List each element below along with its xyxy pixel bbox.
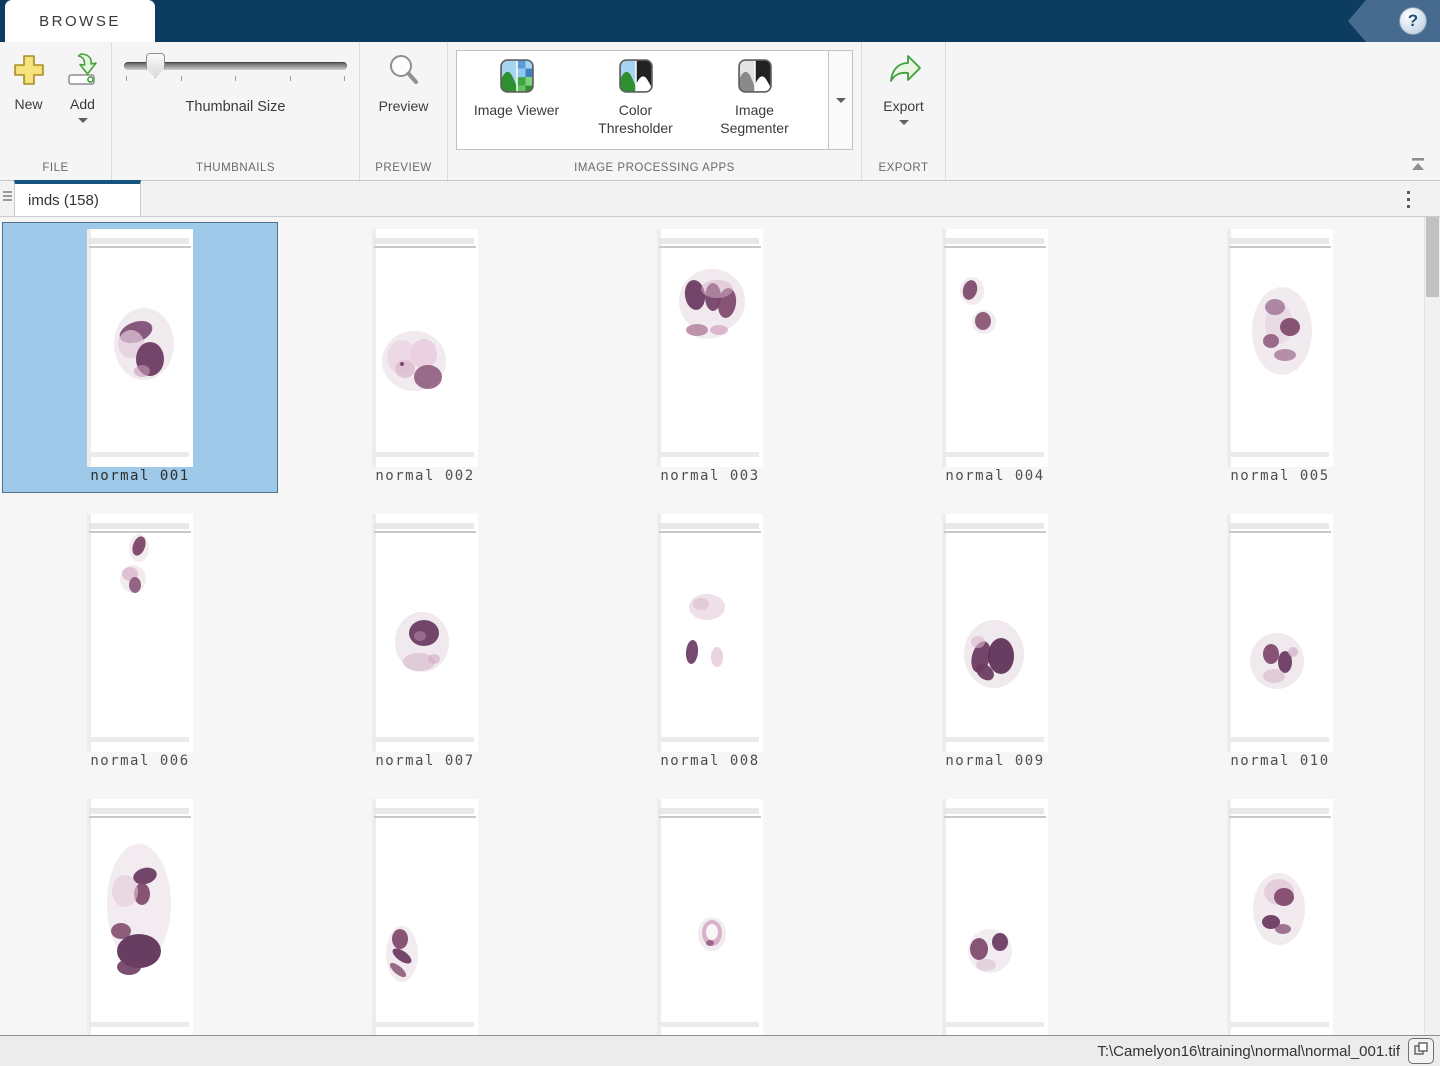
ribbon-section-export: Export EXPORT	[862, 42, 946, 180]
tab-grip-icon[interactable]	[3, 191, 12, 201]
color-thresholder-label: Color Thresholder	[586, 102, 686, 137]
add-button-label: Add	[70, 96, 95, 112]
selected-file-path: T:\Camelyon16\training\normal\normal_001…	[1097, 1043, 1400, 1060]
thumbnail-cell[interactable]: normal 008	[572, 507, 848, 778]
thumbnail-cell[interactable]: normal 006	[2, 507, 278, 778]
slide-image	[1227, 799, 1333, 1035]
image-segmenter-label: Image Segmenter	[705, 102, 805, 137]
slide-image	[657, 229, 763, 467]
tab-imds[interactable]: imds (158)	[14, 180, 141, 216]
ribbon-spacer	[946, 42, 1440, 180]
thumbnail-cell[interactable]: normal 010	[1142, 507, 1418, 778]
thumbnail-label: normal 001	[90, 468, 189, 484]
statusbar: T:\Camelyon16\training\normal\normal_001…	[0, 1035, 1440, 1066]
thumbnail-grid: normal 001 normal 002 normal 003 normal 004…	[0, 217, 1424, 1035]
ribbon: New Add FILE	[0, 42, 1440, 181]
thumbnail-size-label: Thumbnail Size	[124, 99, 347, 115]
scrollbar-thumb[interactable]	[1426, 217, 1439, 297]
thumbnail-cell[interactable]	[572, 792, 848, 1035]
apps-section-label: IMAGE PROCESSING APPS	[448, 156, 861, 180]
copy-path-button[interactable]	[1408, 1038, 1434, 1064]
thumbnail-cell[interactable]	[1142, 792, 1418, 1035]
slide-image	[372, 229, 478, 467]
help-area: ?	[1348, 0, 1440, 42]
thumbnail-label: normal 010	[1230, 753, 1329, 769]
slider-ticks	[124, 76, 347, 81]
file-section-label: FILE	[0, 156, 111, 180]
thumbnail-label: normal 003	[660, 468, 759, 484]
slide-image	[657, 514, 763, 752]
image-segmenter-icon	[738, 59, 772, 98]
ribbon-tab-browse[interactable]: BROWSE	[5, 0, 155, 42]
slide-image	[87, 229, 193, 467]
new-plus-icon	[11, 52, 47, 93]
vertical-scrollbar[interactable]	[1424, 217, 1440, 1035]
new-button[interactable]: New	[3, 50, 55, 112]
titlebar: BROWSE ?	[0, 0, 1440, 42]
slide-image	[942, 229, 1048, 467]
thumbnail-label: normal 008	[660, 753, 759, 769]
image-segmenter-button[interactable]: Image Segmenter	[695, 59, 814, 137]
copy-icon	[1412, 1040, 1430, 1063]
new-button-label: New	[14, 96, 42, 112]
tab-options-ellipsis-icon[interactable]	[1403, 187, 1414, 212]
slide-image	[1227, 514, 1333, 752]
thumbnail-size-slider[interactable]	[124, 62, 347, 70]
color-thresholder-icon	[619, 59, 653, 98]
thumbnail-cell[interactable]	[2, 792, 278, 1035]
thumbnail-cell[interactable]: normal 007	[287, 507, 563, 778]
thumbnail-label: normal 009	[945, 753, 1044, 769]
export-button-label: Export	[883, 98, 923, 114]
slide-image	[942, 799, 1048, 1035]
image-viewer-icon	[500, 59, 534, 98]
image-viewer-label: Image Viewer	[467, 102, 567, 120]
preview-section-label: PREVIEW	[360, 156, 447, 180]
apps-gallery: Image Viewer	[456, 50, 853, 150]
browser-content: normal 001 normal 002 normal 003 normal 004…	[0, 217, 1440, 1035]
help-icon[interactable]: ?	[1399, 7, 1427, 35]
ribbon-section-thumbnails: Thumbnail Size THUMBNAILS	[112, 42, 360, 180]
slider-thumb[interactable]	[146, 53, 165, 78]
thumbnail-label: normal 002	[375, 468, 474, 484]
export-arrow-icon	[885, 52, 923, 95]
slide-image	[372, 514, 478, 752]
slide-image	[87, 514, 193, 752]
ribbon-section-preview: Preview PREVIEW	[360, 42, 448, 180]
thumbnails-section-label: THUMBNAILS	[112, 156, 359, 180]
ribbon-section-apps: Image Viewer	[448, 42, 862, 180]
thumbnail-label: normal 004	[945, 468, 1044, 484]
color-thresholder-button[interactable]: Color Thresholder	[576, 59, 695, 137]
export-button[interactable]: Export	[874, 50, 934, 125]
ribbon-section-file: New Add FILE	[0, 42, 112, 180]
apps-gallery-dropdown[interactable]	[828, 51, 852, 149]
image-viewer-button[interactable]: Image Viewer	[457, 59, 576, 120]
collapse-ribbon-icon[interactable]	[1408, 157, 1428, 176]
document-tabstrip: imds (158)	[0, 181, 1440, 217]
add-import-icon	[65, 52, 101, 93]
slide-image	[87, 799, 193, 1035]
thumbnail-cell[interactable]: normal 003	[572, 222, 848, 493]
thumbnail-cell[interactable]: normal 009	[857, 507, 1133, 778]
slide-image	[657, 799, 763, 1035]
add-button[interactable]: Add	[57, 50, 109, 123]
slide-image	[372, 799, 478, 1035]
thumbnail-cell[interactable]: normal 005	[1142, 222, 1418, 493]
magnifier-icon	[385, 52, 423, 95]
slide-image	[942, 514, 1048, 752]
preview-button-label: Preview	[379, 98, 429, 114]
gallery-caret-icon	[836, 98, 846, 103]
add-dropdown-caret-icon[interactable]	[78, 118, 88, 123]
preview-button[interactable]: Preview	[372, 50, 436, 114]
export-section-label: EXPORT	[862, 156, 945, 180]
slide-image	[1227, 229, 1333, 467]
thumbnail-cell[interactable]	[857, 792, 1133, 1035]
export-dropdown-caret-icon[interactable]	[899, 120, 909, 125]
thumbnail-cell[interactable]: normal 001	[2, 222, 278, 493]
thumbnail-label: normal 007	[375, 753, 474, 769]
thumbnail-cell[interactable]	[287, 792, 563, 1035]
thumbnail-label: normal 006	[90, 753, 189, 769]
thumbnail-cell[interactable]: normal 004	[857, 222, 1133, 493]
thumbnail-label: normal 005	[1230, 468, 1329, 484]
thumbnail-cell[interactable]: normal 002	[287, 222, 563, 493]
